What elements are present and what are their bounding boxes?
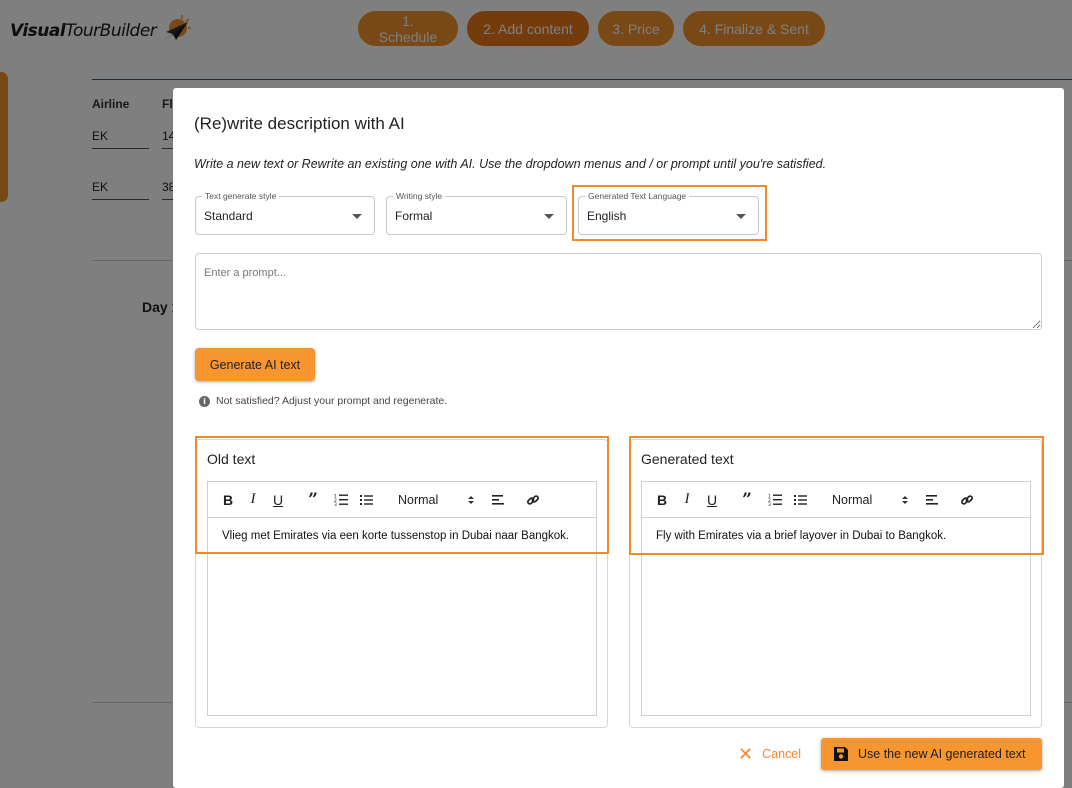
- dialog-title: (Re)write description with AI: [194, 114, 405, 133]
- select-value: Standard: [204, 209, 253, 223]
- caret-down-icon: [352, 214, 362, 219]
- cancel-label: Cancel: [762, 747, 802, 761]
- select-label: Writing style: [393, 191, 446, 201]
- dialog-subtitle: Write a new text or Rewrite an existing …: [194, 157, 827, 171]
- generate-ai-text-button[interactable]: Generate AI text: [195, 348, 315, 381]
- select-value: Formal: [395, 209, 433, 223]
- writing-style-select[interactable]: Writing style Formal: [386, 191, 567, 235]
- select-label: Generated Text Language: [585, 191, 690, 201]
- use-generated-text-label: Use the new AI generated text: [858, 747, 1026, 761]
- caret-down-icon: [736, 214, 746, 219]
- caret-down-icon: [544, 214, 554, 219]
- select-label: Text generate style: [202, 191, 280, 201]
- text-generate-style-select[interactable]: Text generate style Standard: [195, 191, 375, 235]
- cancel-button[interactable]: ✕ Cancel: [738, 739, 801, 769]
- close-icon: ✕: [738, 744, 754, 764]
- save-icon: [834, 747, 848, 761]
- regenerate-hint: i Not satisfied? Adjust your prompt and …: [199, 395, 447, 407]
- use-generated-text-button[interactable]: Use the new AI generated text: [821, 738, 1042, 770]
- generated-text-language-select[interactable]: Generated Text Language English: [578, 191, 759, 235]
- info-icon: i: [199, 395, 210, 407]
- select-value: English: [587, 209, 627, 223]
- old-text-highlight: [195, 436, 609, 554]
- rewrite-ai-dialog: (Re)write description with AI Write a ne…: [173, 88, 1064, 788]
- hint-text: Not satisfied? Adjust your prompt and re…: [216, 395, 448, 407]
- generated-text-highlight: [629, 436, 1044, 555]
- prompt-input[interactable]: [195, 253, 1042, 330]
